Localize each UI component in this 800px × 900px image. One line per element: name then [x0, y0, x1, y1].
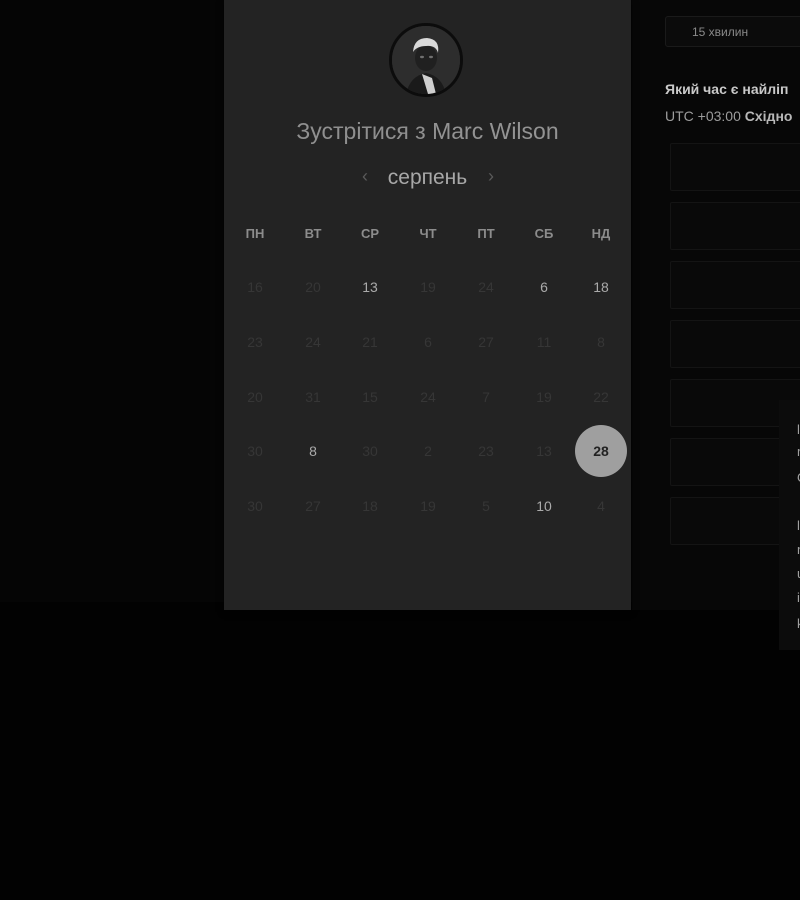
available-day[interactable]: 18 — [581, 275, 621, 299]
available-day[interactable]: 6 — [524, 275, 564, 299]
calendar-day: 16 — [247, 279, 263, 295]
month-label: серпень — [387, 166, 468, 189]
calendar-day: 24 — [420, 389, 436, 405]
duration-select[interactable]: 15 хвилин — [665, 16, 800, 47]
time-slot[interactable] — [670, 261, 800, 309]
calendar-day: 27 — [305, 498, 321, 514]
calendar-day: 21 — [362, 334, 378, 350]
host-name: Marc Wilson — [432, 118, 559, 144]
time-question-heading: Який час є найліп — [665, 81, 789, 97]
chevron-right-icon[interactable]: › — [481, 166, 501, 188]
selected-day[interactable]: 28 — [575, 425, 627, 477]
time-slot[interactable] — [670, 320, 800, 368]
month-navigation: ‹ серпень › — [224, 163, 631, 193]
calendar-day: 27 — [478, 334, 494, 350]
available-day[interactable]: 13 — [350, 275, 390, 299]
weekday-label: НД — [591, 226, 611, 241]
calendar-day: 11 — [536, 334, 552, 350]
calendar-day: 19 — [420, 279, 436, 295]
calendar-day: 20 — [247, 389, 263, 405]
info-popup: l m G l n u i k — [779, 400, 800, 650]
time-selection-panel: 15 хвилин Який час є найліп UTC +03:00 С… — [632, 0, 800, 610]
calendar-day: 20 — [305, 279, 321, 295]
timezone-name: Східно — [744, 108, 793, 124]
calendar-day: 19 — [536, 389, 552, 405]
weekday-label: ВТ — [304, 226, 322, 241]
available-day[interactable]: 10 — [524, 494, 564, 518]
calendar-day: 31 — [305, 389, 321, 405]
weekday-label: ПН — [245, 226, 265, 241]
calendar-day: 7 — [482, 389, 490, 405]
time-slot[interactable] — [670, 202, 800, 250]
calendar-card: Зустрітися з Marc Wilson ‹ серпень › ПН В… — [224, 0, 631, 610]
calendar-day: 18 — [362, 498, 378, 514]
calendar-day: 2 — [424, 443, 432, 459]
time-slot[interactable] — [670, 143, 800, 191]
calendar-day: 24 — [305, 334, 321, 350]
weekday-label: ПТ — [477, 226, 495, 241]
available-day[interactable]: 8 — [293, 439, 333, 463]
calendar-day: 24 — [478, 279, 494, 295]
popup-text: l — [797, 518, 800, 533]
title-prefix: Зустрітися з — [296, 118, 426, 144]
popup-text: i — [797, 590, 800, 605]
popup-text: l — [797, 422, 800, 437]
calendar-day: 6 — [424, 334, 432, 350]
timezone-label[interactable]: UTC +03:00 Східно — [665, 108, 792, 124]
calendar-day: 30 — [247, 498, 263, 514]
weekday-label: СБ — [534, 226, 554, 241]
host-photo — [392, 26, 460, 94]
timezone-offset: UTC +03:00 — [665, 108, 741, 124]
avatar — [389, 23, 463, 97]
calendar-day: 8 — [597, 334, 605, 350]
calendar-day: 23 — [247, 334, 263, 350]
weekday-label: ЧТ — [419, 226, 437, 241]
duration-label: 15 хвилин — [692, 25, 749, 39]
calendar-day: 30 — [362, 443, 378, 459]
calendar-day: 4 — [597, 498, 605, 514]
calendar-day: 30 — [247, 443, 263, 459]
meeting-title: Зустрітися з Marc Wilson — [224, 118, 631, 145]
calendar-day: 15 — [362, 389, 378, 405]
calendar-day: 23 — [478, 443, 494, 459]
weekday-label: СР — [360, 226, 380, 241]
calendar-day: 22 — [593, 389, 609, 405]
calendar-day: 13 — [536, 443, 552, 459]
calendar-day: 5 — [482, 498, 490, 514]
calendar-day: 19 — [420, 498, 436, 514]
page-background-lower — [0, 602, 800, 900]
